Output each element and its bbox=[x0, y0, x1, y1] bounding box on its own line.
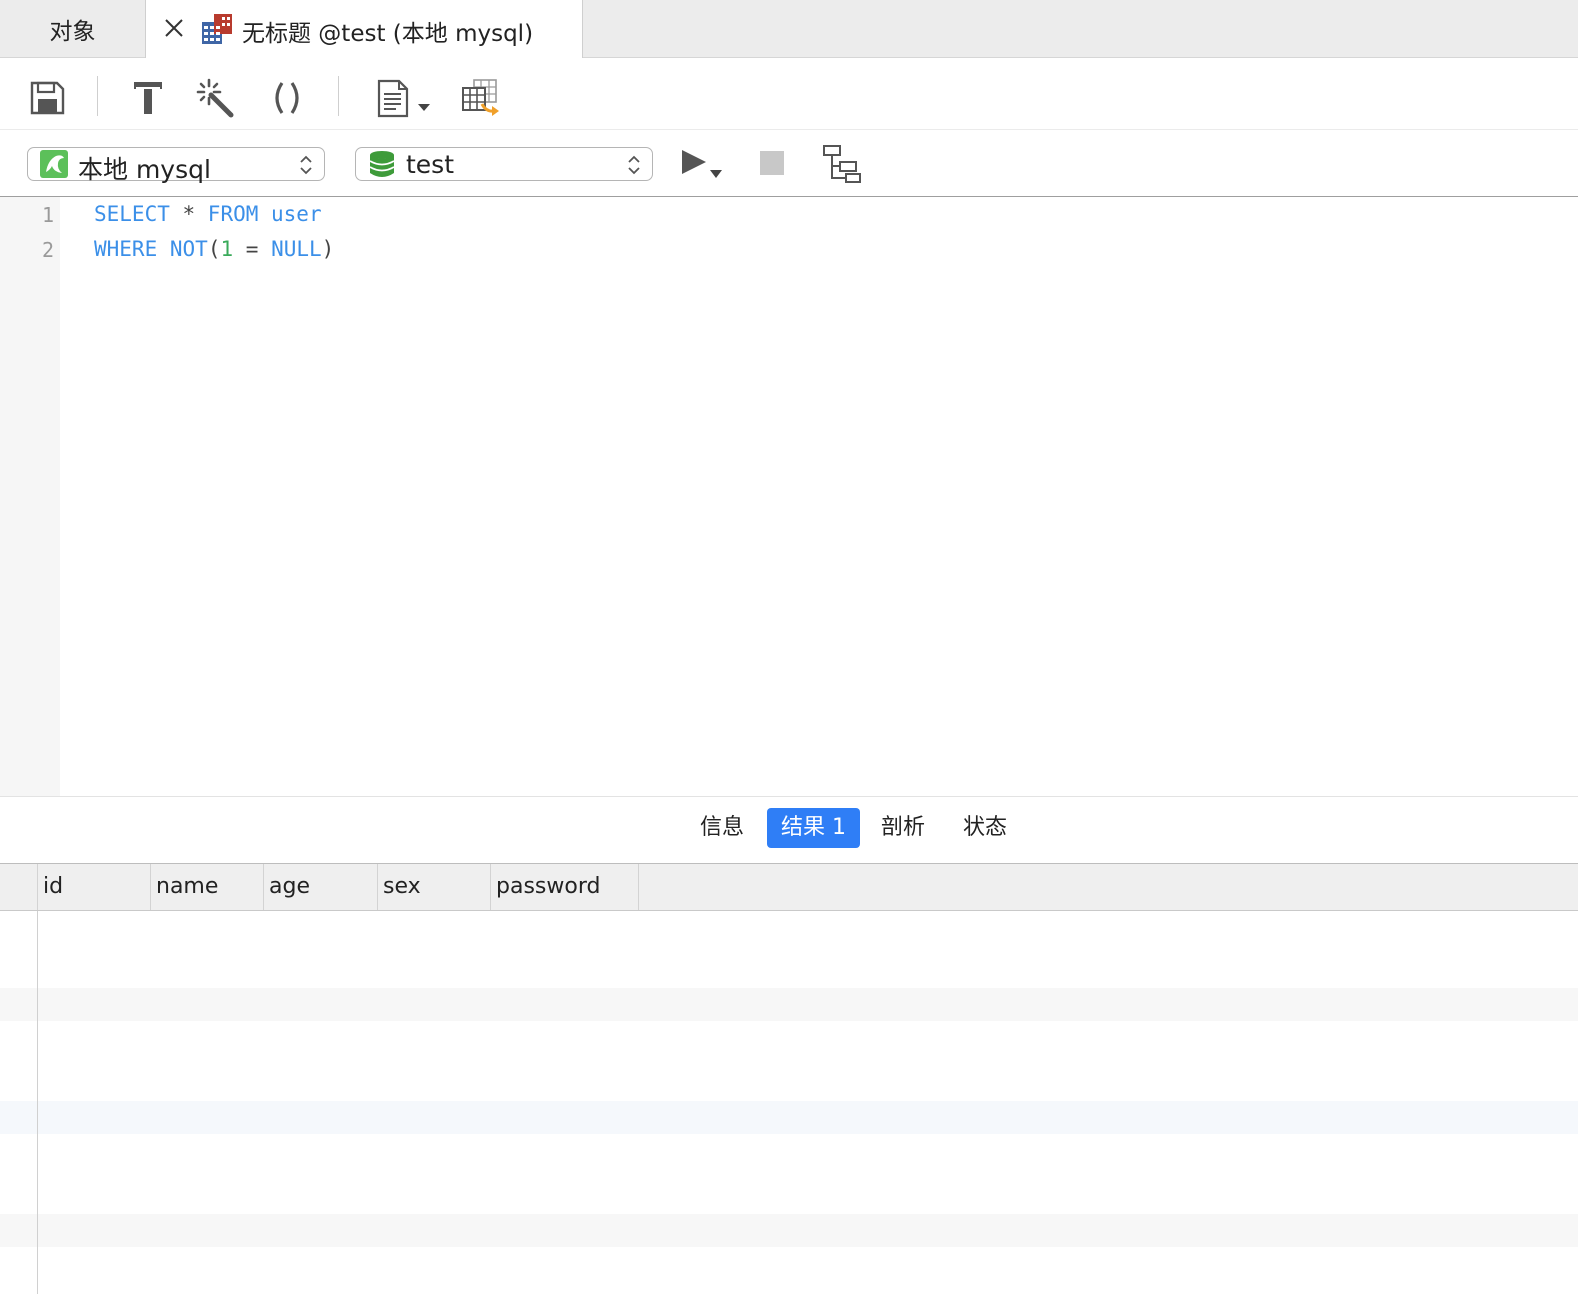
row-header-corner bbox=[0, 864, 38, 910]
connection-select-value: 本地 mysql bbox=[78, 155, 211, 184]
empty-row bbox=[0, 1101, 1578, 1134]
code-token: NULL bbox=[271, 237, 322, 261]
column-header-password[interactable]: password bbox=[491, 864, 639, 910]
column-header-age[interactable]: age bbox=[264, 864, 378, 910]
result-grid-body[interactable] bbox=[0, 911, 1578, 1294]
up-down-chevron-icon bbox=[628, 155, 640, 175]
line-number-gutter: 1 2 bbox=[0, 197, 60, 796]
code-token: = bbox=[233, 237, 272, 261]
result-tab-bar: 信息 结果 1 剖析 状态 bbox=[0, 796, 1578, 864]
query-table-icon bbox=[202, 14, 232, 44]
close-icon[interactable] bbox=[162, 16, 186, 40]
code-token: FROM bbox=[207, 202, 259, 226]
column-header-name[interactable]: name bbox=[151, 864, 264, 910]
code-token: ( bbox=[207, 237, 221, 261]
run-play-icon[interactable] bbox=[680, 148, 726, 182]
snippet-document-icon[interactable] bbox=[374, 78, 432, 118]
up-down-chevron-icon bbox=[300, 155, 312, 175]
magic-wand-icon[interactable] bbox=[196, 78, 236, 118]
code-token: user bbox=[258, 202, 322, 226]
stop-icon[interactable] bbox=[760, 151, 785, 176]
tab-bar: 对象 无标题 @test (本地 mysql) bbox=[0, 0, 1578, 59]
database-select-value: test bbox=[406, 150, 455, 179]
parentheses-icon[interactable] bbox=[267, 78, 307, 118]
save-icon[interactable] bbox=[27, 78, 67, 118]
tab-query[interactable]: 无标题 @test (本地 mysql) bbox=[146, 0, 583, 59]
line-number: 2 bbox=[41, 238, 54, 262]
code-token: NOT bbox=[169, 237, 208, 261]
line-number: 1 bbox=[41, 203, 54, 227]
tab-query-title: 无标题 @test (本地 mysql) bbox=[242, 21, 534, 47]
column-header-sex[interactable]: sex bbox=[378, 864, 491, 910]
code-line[interactable]: SELECT * FROM user bbox=[94, 202, 322, 226]
toolbar-separator bbox=[97, 76, 98, 116]
mysql-dolphin-icon bbox=[40, 150, 68, 178]
beautify-hammer-icon[interactable] bbox=[128, 78, 168, 118]
code-token: * bbox=[169, 202, 208, 226]
connection-select[interactable]: 本地 mysql bbox=[27, 147, 325, 184]
connection-toolbar: 本地 mysql test bbox=[0, 130, 1578, 197]
tab-profile[interactable]: 剖析 bbox=[867, 808, 939, 848]
main-toolbar bbox=[0, 58, 1578, 130]
empty-row bbox=[0, 988, 1578, 1021]
code-line[interactable]: WHERE NOT(1 = NULL) bbox=[94, 237, 334, 261]
code-token: 1 bbox=[220, 237, 234, 261]
tab-objects[interactable]: 对象 bbox=[0, 0, 146, 58]
tab-result-1[interactable]: 结果 1 bbox=[767, 808, 860, 848]
code-token: ) bbox=[321, 237, 335, 261]
tab-status[interactable]: 状态 bbox=[949, 808, 1021, 848]
empty-row bbox=[0, 1214, 1578, 1247]
database-select[interactable]: test bbox=[355, 147, 653, 181]
toolbar-separator bbox=[338, 76, 339, 116]
code-token: SELECT bbox=[94, 202, 170, 226]
column-header-id[interactable]: id bbox=[38, 864, 151, 910]
tab-objects-label: 对象 bbox=[49, 19, 96, 45]
sql-editor[interactable]: 1 2 SELECT * FROM user WHERE NOT(1 = NUL… bbox=[0, 197, 1578, 796]
explain-tree-icon[interactable] bbox=[822, 144, 862, 184]
database-icon bbox=[369, 151, 395, 177]
export-table-icon[interactable] bbox=[460, 78, 502, 118]
result-grid-header: id name age sex password bbox=[0, 864, 1578, 911]
tab-info[interactable]: 信息 bbox=[686, 808, 758, 848]
row-header-divider bbox=[37, 911, 38, 1294]
code-token: WHERE bbox=[94, 237, 158, 261]
